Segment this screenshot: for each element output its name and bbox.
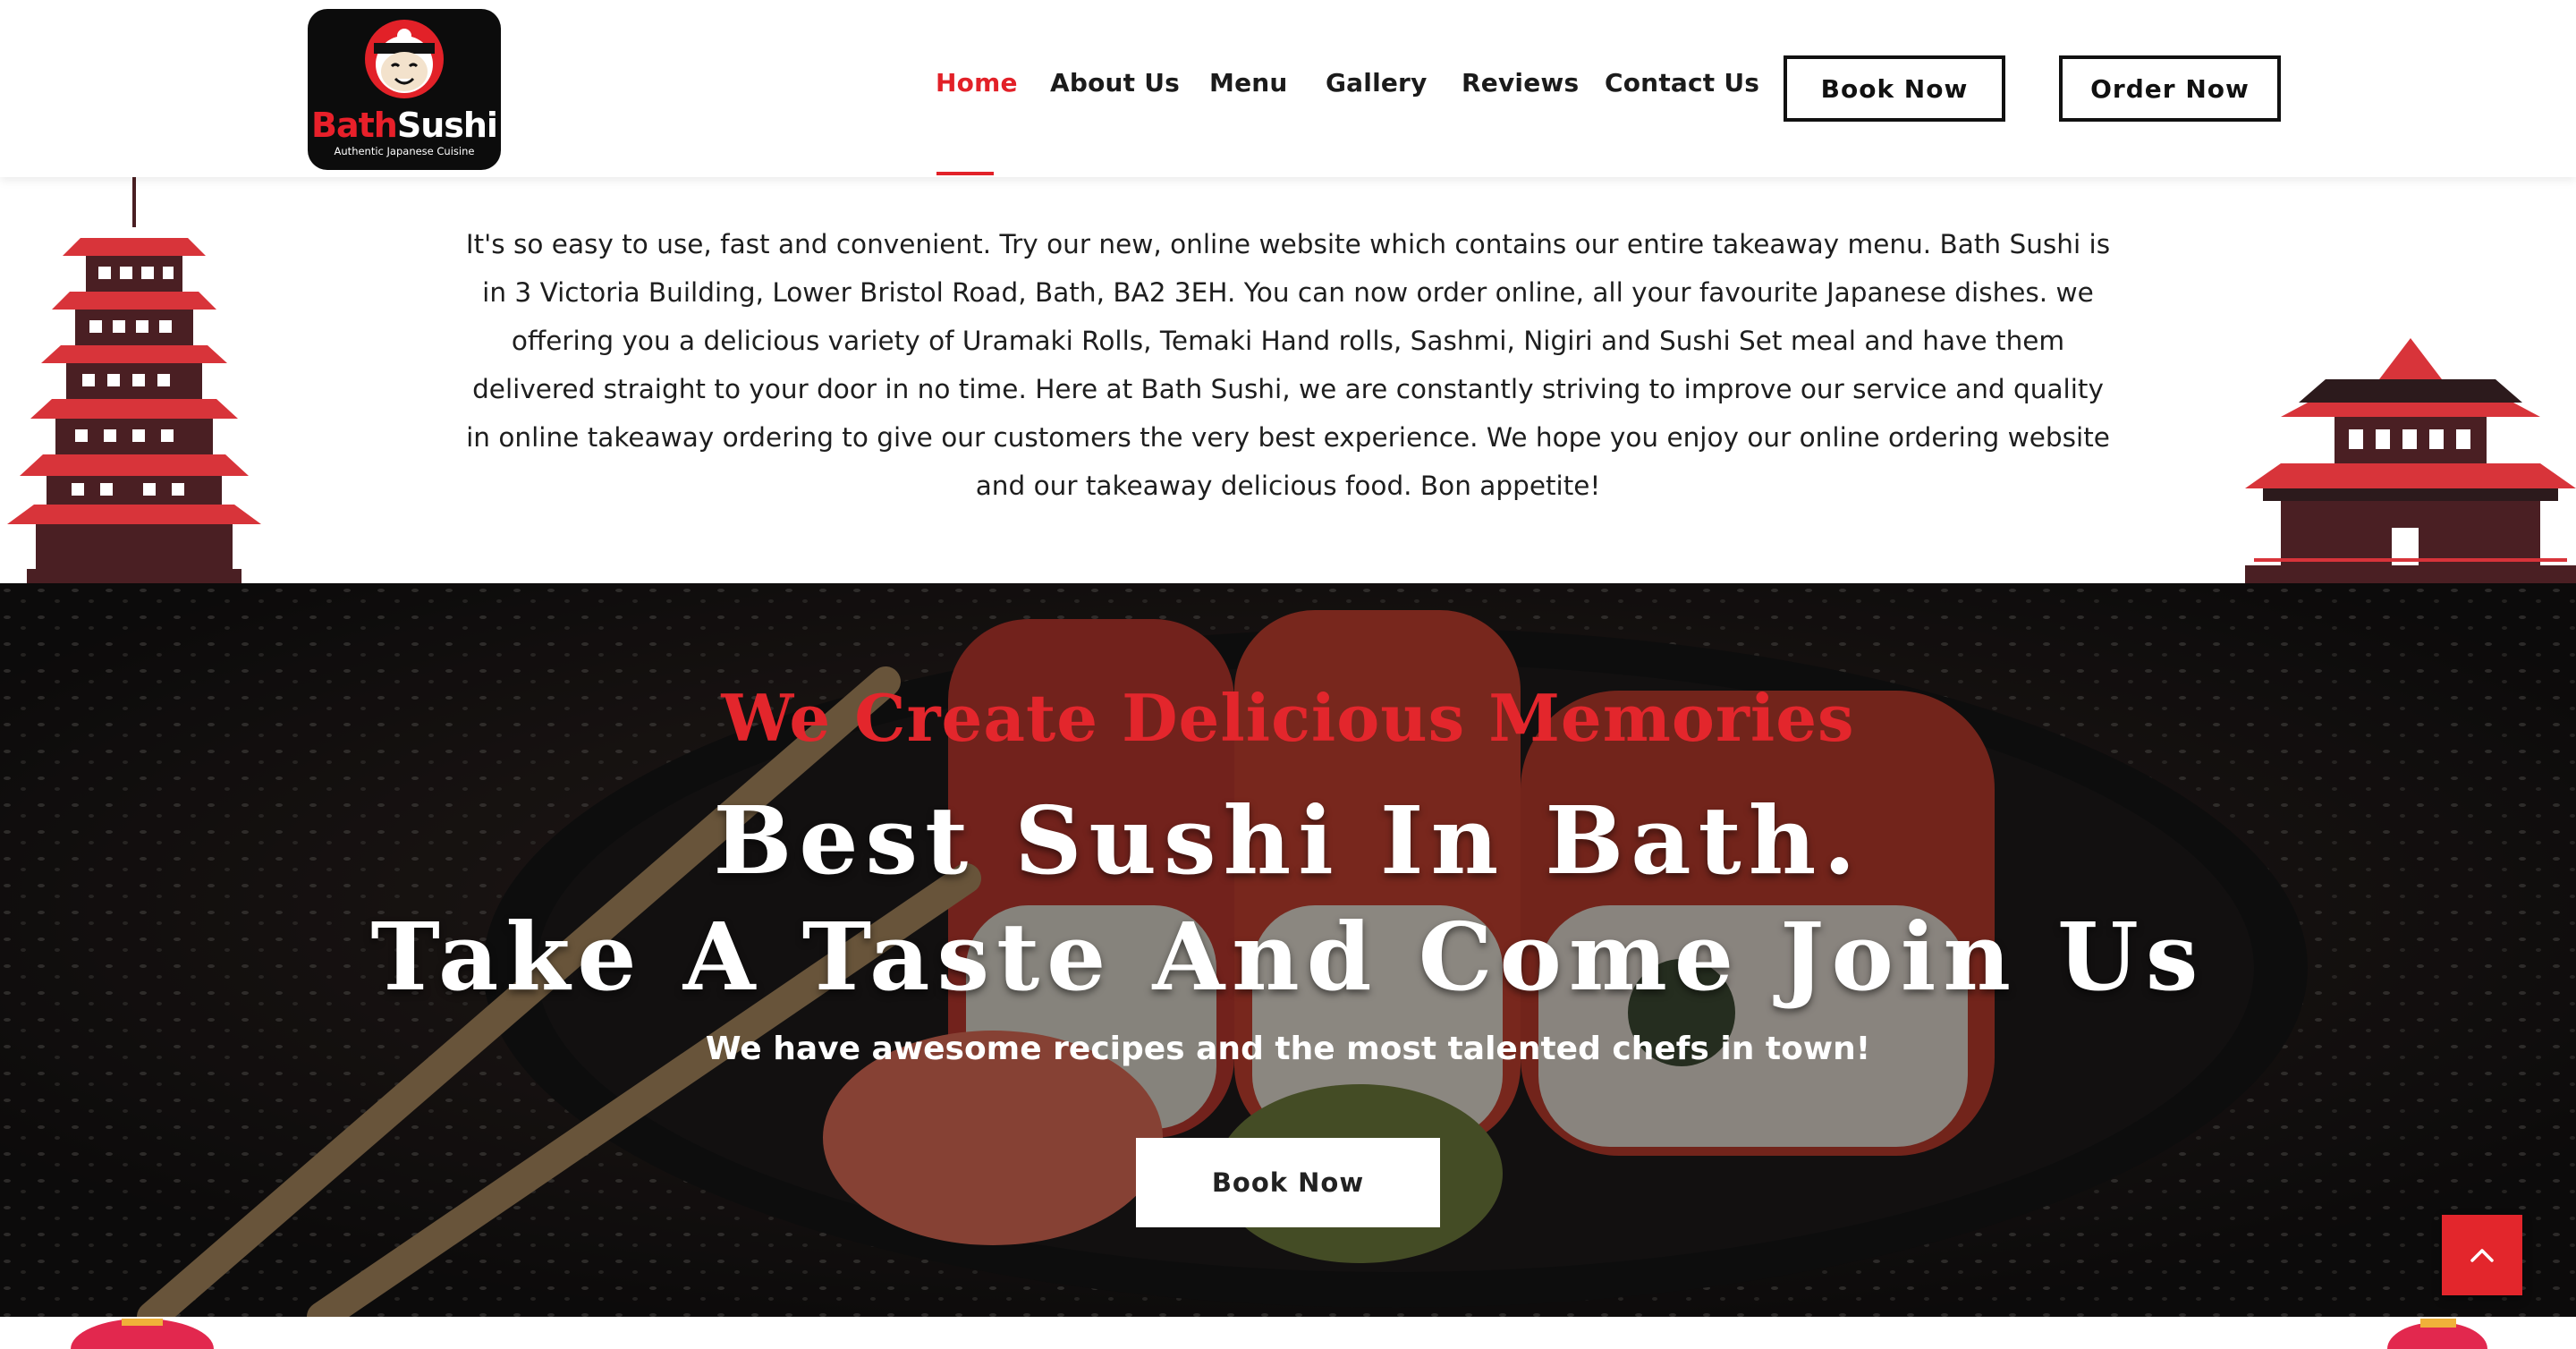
lantern-left-icon [71, 1319, 214, 1349]
site-header: BathSushi Authentic Japanese Cuisine Hom… [0, 0, 2576, 177]
intro-paragraph: It's so easy to use, fast and convenient… [465, 229, 2111, 501]
scroll-to-top-button[interactable] [2442, 1215, 2522, 1295]
lantern-right-icon [2387, 1319, 2487, 1349]
book-now-button[interactable]: Book Now [1784, 55, 2005, 122]
nav-reviews[interactable]: Reviews [1462, 68, 1579, 98]
pagoda-left-icon [7, 175, 261, 587]
hero-section: We Create Delicious Memories Best Sushi … [0, 583, 2576, 1317]
hero-title-line2: Take A Taste And Come Join Us [370, 902, 2206, 1012]
main-nav: Home About Us Menu Gallery Reviews Conta… [0, 0, 2576, 177]
pagoda-right-icon [2245, 338, 2576, 583]
hero-title-line1: Best Sushi In Bath. [713, 785, 1863, 895]
hero-book-now-button[interactable]: Book Now [1136, 1138, 1440, 1227]
chevron-up-icon [2470, 1249, 2494, 1262]
nav-gallery[interactable]: Gallery [1326, 68, 1428, 98]
nav-contact-us[interactable]: Contact Us [1605, 68, 1759, 98]
hero-subtitle: We have awesome recipes and the most tal… [705, 1031, 1871, 1067]
nav-about-us[interactable]: About Us [1050, 68, 1180, 98]
nav-home[interactable]: Home [936, 68, 1018, 98]
order-now-button[interactable]: Order Now [2059, 55, 2281, 122]
hero-kicker: We Create Delicious Memories [721, 680, 1855, 756]
nav-menu[interactable]: Menu [1209, 68, 1288, 98]
active-nav-indicator [936, 172, 994, 175]
